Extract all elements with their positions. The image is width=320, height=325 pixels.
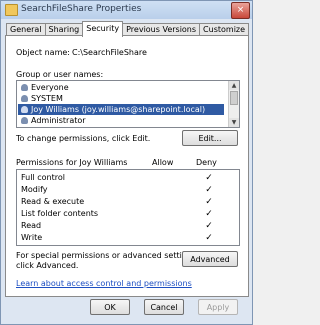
groups-label: Group or user names: (16, 70, 104, 79)
permission-row: Full control ✓ (21, 173, 221, 183)
permission-row: Modify ✓ (21, 185, 221, 195)
scroll-down-icon[interactable]: ▼ (229, 118, 239, 127)
security-panel: Object name: C:\SearchFileShare Group or… (5, 35, 249, 297)
scroll-thumb[interactable] (230, 91, 238, 105)
deny-check-icon: ✓ (205, 233, 213, 243)
user-icon (21, 106, 28, 113)
deny-header: Deny (196, 158, 217, 167)
permission-row: Read & execute ✓ (21, 197, 221, 207)
deny-check-icon: ✓ (205, 221, 213, 231)
list-item-label: Administrator (31, 116, 86, 125)
folder-icon (5, 4, 18, 16)
permission-name: Modify (21, 185, 48, 194)
permission-name: List folder contents (21, 209, 99, 218)
scroll-up-icon[interactable]: ▲ (229, 81, 239, 90)
permissions-list: Full control ✓ Modify ✓ Read & execute ✓… (16, 169, 240, 246)
group-user-list[interactable]: Everyone SYSTEM Joy Williams (joy.willia… (16, 80, 240, 128)
advanced-text-line2: click Advanced. (16, 261, 79, 270)
properties-window: SearchFileShare Properties × General Sha… (0, 0, 253, 325)
group-icon (21, 84, 28, 91)
change-permissions-text: To change permissions, click Edit. (16, 134, 151, 143)
allow-header: Allow (152, 158, 174, 167)
permission-row: List folder contents ✓ (21, 209, 221, 219)
user-icon (21, 117, 28, 124)
permission-name: Full control (21, 173, 65, 182)
object-name-value: C:\SearchFileShare (72, 48, 147, 57)
permission-name: Write (21, 233, 43, 242)
list-scrollbar[interactable]: ▲ ▼ (228, 81, 239, 127)
tab-strip: General Sharing Security Previous Versio… (6, 21, 250, 37)
ok-button[interactable]: OK (90, 299, 130, 315)
list-item-label: Joy Williams (joy.williams@sharepoint.lo… (31, 105, 206, 114)
list-item[interactable]: Administrator (18, 115, 224, 126)
list-item-label: SYSTEM (31, 94, 63, 103)
list-item[interactable]: SYSTEM (18, 93, 224, 104)
list-item-selected[interactable]: Joy Williams (joy.williams@sharepoint.lo… (18, 104, 224, 115)
deny-check-icon: ✓ (205, 173, 213, 183)
cancel-button[interactable]: Cancel (144, 299, 184, 315)
tab-security[interactable]: Security (82, 21, 124, 37)
permission-row: Read ✓ (21, 221, 221, 231)
group-icon (21, 95, 28, 102)
advanced-button[interactable]: Advanced (182, 251, 238, 267)
edit-button[interactable]: Edit... (182, 130, 238, 146)
window-title: SearchFileShare Properties (21, 4, 142, 14)
learn-more-link[interactable]: Learn about access control and permissio… (16, 279, 192, 288)
title-bar[interactable]: SearchFileShare Properties × (1, 1, 252, 19)
list-item[interactable]: Everyone (18, 82, 224, 93)
advanced-text-line1: For special permissions or advanced sett… (16, 251, 199, 260)
list-item-label: Everyone (31, 83, 69, 92)
permission-name: Read & execute (21, 197, 85, 206)
deny-check-icon: ✓ (205, 197, 213, 207)
permission-row: Write ✓ (21, 233, 221, 243)
close-button[interactable]: × (231, 2, 250, 19)
permission-name: Read (21, 221, 42, 230)
deny-check-icon: ✓ (205, 209, 213, 219)
deny-check-icon: ✓ (205, 185, 213, 195)
apply-button[interactable]: Apply (198, 299, 238, 315)
object-name-label: Object name: (16, 48, 70, 57)
permissions-title: Permissions for Joy Williams (16, 158, 128, 167)
